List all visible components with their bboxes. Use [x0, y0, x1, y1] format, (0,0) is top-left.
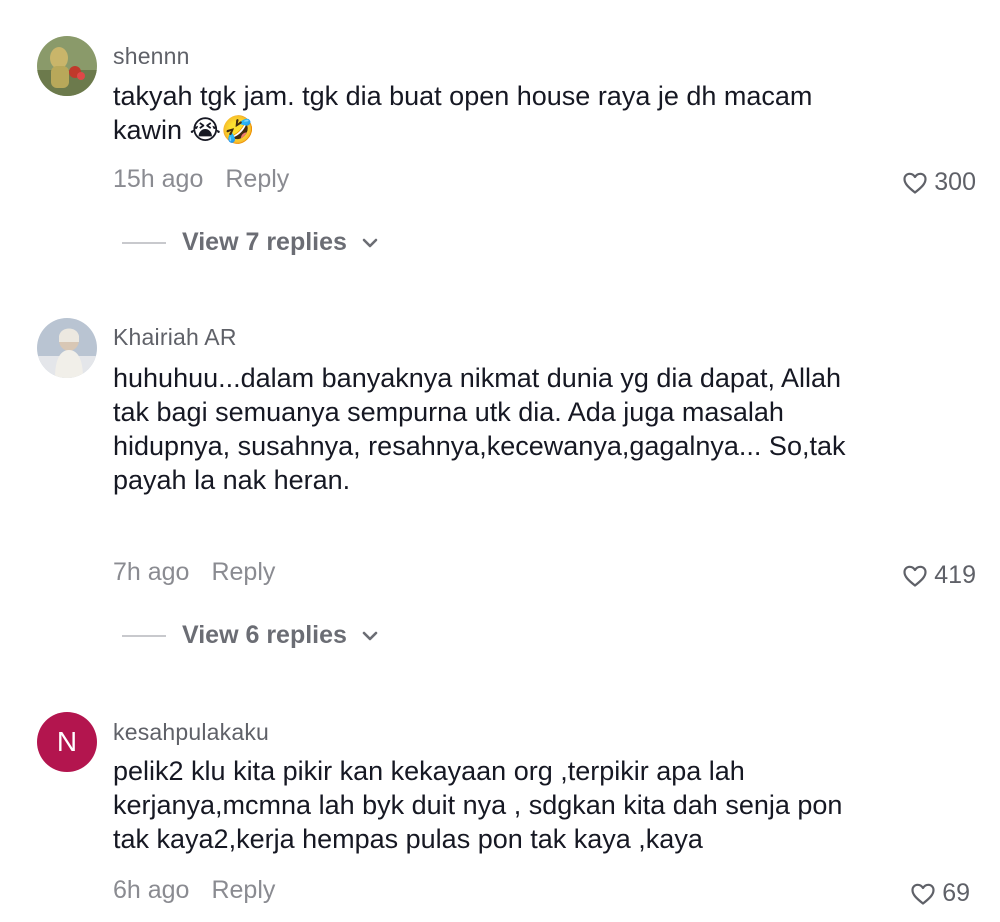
timestamp: 15h ago — [113, 165, 204, 193]
view-replies-label: View 6 replies — [182, 621, 347, 649]
avatar[interactable] — [37, 36, 97, 96]
comment-text: pelik2 klu kita pikir kan kekayaan org ,… — [113, 756, 843, 854]
heart-outline-icon — [911, 883, 935, 905]
like-button[interactable]: 300 — [902, 168, 976, 197]
timestamp: 6h ago — [113, 876, 190, 904]
comment-meta: 7h ago Reply — [113, 558, 275, 587]
view-replies-button[interactable]: View 6 replies — [122, 621, 379, 650]
like-button[interactable]: 419 — [902, 561, 976, 590]
view-replies-button[interactable]: View 7 replies — [122, 228, 379, 257]
view-replies-label: View 7 replies — [182, 228, 347, 256]
heart-outline-icon — [903, 565, 927, 587]
reply-button[interactable]: Reply — [225, 165, 289, 194]
comment-meta: 6h ago Reply — [113, 876, 275, 905]
comment-text: huhuhuu...dalam banyaknya nikmat dunia y… — [113, 363, 846, 495]
like-count: 69 — [942, 879, 970, 907]
avatar[interactable] — [37, 318, 97, 378]
divider — [122, 241, 166, 244]
comment-text: takyah tgk jam. tgk dia buat open house … — [113, 81, 813, 145]
like-count: 300 — [934, 168, 976, 196]
username[interactable]: kesahpulakaku — [113, 719, 269, 746]
divider — [122, 634, 166, 637]
like-count: 419 — [934, 561, 976, 589]
timestamp: 7h ago — [113, 558, 190, 586]
chevron-down-icon — [362, 238, 378, 247]
username[interactable]: Khairiah AR — [113, 324, 237, 351]
chevron-down-icon — [362, 631, 378, 640]
reply-button[interactable]: Reply — [211, 558, 275, 587]
heart-outline-icon — [903, 172, 927, 194]
avatar[interactable]: N — [37, 712, 97, 772]
like-button[interactable]: 69 — [910, 879, 970, 908]
comment-meta: 15h ago Reply — [113, 165, 289, 194]
reply-button[interactable]: Reply — [211, 876, 275, 905]
username[interactable]: shennn — [113, 43, 190, 70]
